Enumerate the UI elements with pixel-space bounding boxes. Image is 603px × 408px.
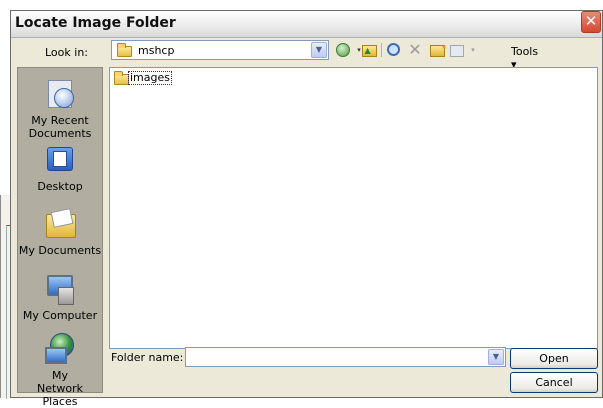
toolbar-separator	[381, 43, 382, 57]
back-arrow-icon	[336, 43, 350, 57]
dialog-title: Locate Image Folder	[15, 15, 176, 31]
locate-image-folder-dialog: Locate Image Folder ✕ Look in: mshcp ▼ ▾…	[10, 10, 603, 408]
views-menu-button[interactable]	[449, 42, 465, 58]
title-bar: Locate Image Folder ✕	[11, 11, 602, 38]
folder-icon	[114, 71, 129, 85]
delete-button[interactable]: ✕	[407, 42, 423, 58]
cancel-button[interactable]: Cancel	[510, 372, 598, 393]
network-places-icon	[44, 333, 76, 365]
look-in-value: mshcp	[138, 44, 175, 57]
place-my-network-places[interactable]: My Network Places	[18, 333, 102, 408]
file-list[interactable]: images	[109, 67, 598, 349]
place-label: My Computer	[22, 309, 98, 322]
desktop-icon	[44, 144, 76, 176]
file-name: images	[128, 71, 172, 85]
my-documents-icon	[44, 208, 76, 240]
search-icon	[386, 43, 400, 56]
place-label: My Recent Documents	[28, 114, 92, 140]
open-button[interactable]: Open	[510, 348, 598, 369]
tools-label: Tools	[511, 45, 539, 58]
place-label: My Network Places	[37, 369, 83, 408]
recent-documents-icon	[44, 78, 76, 110]
search-web-button[interactable]	[385, 42, 401, 58]
place-my-documents[interactable]: My Documents	[18, 208, 102, 257]
close-button[interactable]: ✕	[581, 11, 601, 33]
folder-name-input[interactable]	[188, 349, 482, 365]
new-folder-button[interactable]	[429, 40, 448, 58]
place-label: Desktop	[37, 180, 83, 193]
place-label: My Documents	[18, 244, 102, 257]
look-in-label: Look in:	[45, 46, 88, 59]
place-desktop[interactable]: Desktop	[18, 144, 102, 193]
folder-icon	[117, 43, 132, 57]
my-computer-icon	[44, 273, 76, 305]
folder-name-label: Folder name:	[111, 351, 184, 364]
chevron-down-icon[interactable]: ▼	[488, 349, 504, 365]
new-folder-icon	[429, 40, 448, 57]
place-my-recent-documents[interactable]: My Recent Documents	[18, 78, 102, 140]
folder-name-combo[interactable]: ▼	[185, 347, 506, 367]
look-in-dropdown[interactable]: mshcp ▼	[111, 40, 329, 60]
views-dropdown[interactable]: ▾	[465, 42, 481, 58]
back-button[interactable]	[335, 42, 351, 58]
up-folder-icon	[361, 43, 377, 59]
places-bar: My Recent Documents Desktop My Documents…	[17, 67, 103, 408]
views-icon	[450, 45, 464, 57]
chevron-down-icon[interactable]: ▼	[311, 42, 327, 58]
place-my-computer[interactable]: My Computer	[18, 273, 102, 322]
up-one-level-button[interactable]	[361, 42, 377, 59]
